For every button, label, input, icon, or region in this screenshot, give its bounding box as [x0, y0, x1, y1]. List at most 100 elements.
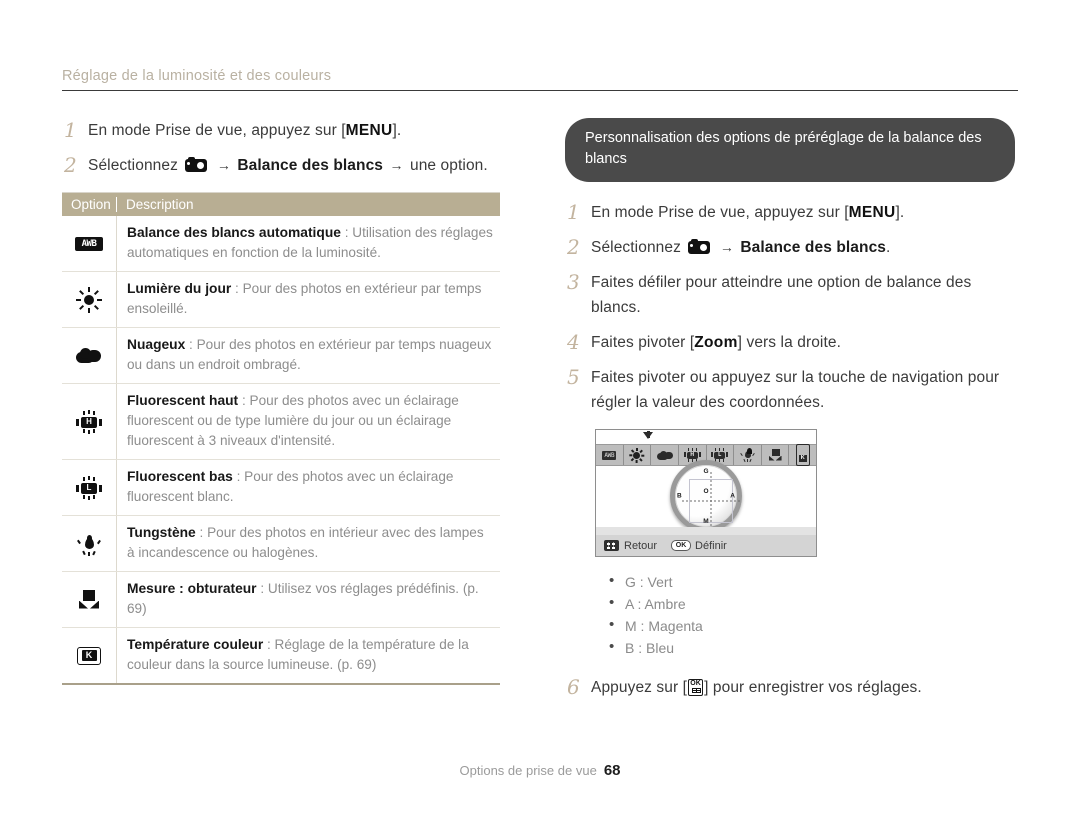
option-term: Température couleur — [127, 637, 264, 652]
right-step-5: 5 Faites pivoter ou appuyez sur la touch… — [565, 365, 1025, 415]
measure-shutter-icon — [76, 589, 102, 611]
option-term: Nuageux — [127, 337, 186, 352]
step-text: Sélectionnez → Balance des blancs. — [591, 235, 890, 260]
section-title: Réglage de la luminosité et des couleurs — [62, 68, 332, 84]
option-term: Balance des blancs automatique — [127, 225, 341, 240]
left-step-2: 2 Sélectionnez → Balance des blancs → un… — [62, 153, 532, 178]
option-description-cell: Température couleur : Réglage de la temp… — [116, 628, 500, 683]
option-icon-cell — [62, 328, 116, 383]
step-text: En mode Prise de vue, appuyez sur [MENU]… — [591, 200, 904, 225]
option-icon-cell — [62, 272, 116, 327]
manual-page: Réglage de la luminosité et des couleurs… — [0, 0, 1080, 815]
step-number: 1 — [567, 200, 580, 224]
toolbar-item-color-temperature[interactable]: K — [789, 444, 816, 466]
page-number: 68 — [603, 762, 621, 779]
color-wheel[interactable]: G M A B O — [670, 460, 742, 532]
option-term: Tungstène — [127, 525, 196, 540]
awb-icon: AWB — [75, 236, 103, 251]
camera-screen-illustration: AWB H L K G M A B O Retour OK Définir — [595, 429, 817, 557]
menu-key-label: MENU — [848, 204, 896, 221]
option-icon-cell: H — [62, 384, 116, 459]
right-column: Personnalisation des options de prérégla… — [565, 118, 1025, 710]
arrow-icon: → — [719, 239, 734, 255]
toolbar-item-cloudy[interactable] — [651, 445, 679, 465]
right-step-2: 2 Sélectionnez → Balance des blancs. — [565, 235, 1025, 260]
cloud-icon — [656, 450, 673, 461]
fluorescent-high-icon-text: H — [86, 417, 92, 426]
toolbar-item-measure-shutter[interactable] — [762, 445, 790, 465]
step-text-pre: En mode Prise de vue, appuyez sur [ — [591, 204, 849, 221]
camera-screen-footer: Retour OK Définir — [596, 527, 816, 556]
step-text: Faites pivoter [Zoom] vers la droite. — [591, 330, 841, 355]
option-term: Mesure : obturateur — [127, 581, 257, 596]
step-text-post: . — [886, 239, 891, 256]
color-temperature-k-icon: K — [77, 646, 101, 665]
fluorescent-low-icon: L — [74, 475, 104, 500]
step-text: Faites pivoter ou appuyez sur la touche … — [591, 369, 1000, 411]
step-number: 2 — [64, 153, 77, 177]
footer-label: Options de prise de vue — [459, 763, 597, 778]
selection-marker-icon — [643, 431, 653, 439]
step-text-post: une option. — [409, 157, 488, 174]
option-icon-cell: K — [62, 628, 116, 683]
option-description-cell: Tungstène : Pour des photos en intérieur… — [116, 516, 500, 571]
wheel-legend-list: G : Vert A : Ambre M : Magenta B : Bleu — [609, 570, 1025, 659]
camera-icon — [185, 157, 208, 172]
table-row: H Fluorescent haut : Pour des photos ave… — [62, 384, 500, 460]
right-step-6: 6 Appuyez sur [OK] pour enregistrer vos … — [565, 675, 1025, 700]
back-button-icon[interactable] — [604, 540, 619, 551]
toolbar-item-daylight[interactable] — [624, 445, 652, 465]
table-row: Lumière du jour : Pour des photos en ext… — [62, 272, 500, 328]
step-number: 3 — [567, 270, 580, 294]
ok-button-icon[interactable]: OK — [671, 540, 692, 551]
back-label: Retour — [624, 539, 658, 552]
arrow-icon: → — [389, 157, 404, 173]
toolbar-item-tungsten[interactable] — [734, 445, 762, 465]
awb-icon: AWB — [602, 450, 617, 460]
k-icon-text: K — [798, 455, 807, 462]
step-number: 1 — [64, 118, 77, 142]
option-icon-cell: L — [62, 460, 116, 515]
wheel-label-amber: A — [730, 492, 735, 500]
step-number: 4 — [567, 330, 580, 354]
toolbar-item-awb[interactable]: AWB — [596, 445, 624, 465]
table-row: K Température couleur : Réglage de la te… — [62, 628, 500, 685]
measure-shutter-icon — [768, 448, 783, 462]
step-text-pre: Sélectionnez — [88, 157, 178, 174]
step-text: Faites défiler pour atteindre une option… — [591, 274, 972, 316]
cloud-icon — [75, 346, 103, 366]
step-text-post: ] pour enregistrer vos réglages. — [704, 679, 922, 696]
set-label: Définir — [695, 539, 727, 552]
step-text: Appuyez sur [OK] pour enregistrer vos ré… — [591, 675, 922, 700]
balance-des-blancs-label: Balance des blancs — [237, 157, 384, 174]
option-description-cell: Fluorescent bas : Pour des photos avec u… — [116, 460, 500, 515]
table-header-row: Option Description — [62, 193, 500, 216]
step-text: En mode Prise de vue, appuyez sur [MENU]… — [88, 118, 401, 143]
camera-icon — [688, 239, 711, 254]
tungsten-icon — [76, 532, 102, 556]
option-icon-cell — [62, 516, 116, 571]
table-row: L Fluorescent bas : Pour des photos avec… — [62, 460, 500, 516]
step-text-post: ]. — [392, 122, 402, 139]
fluorescent-high-icon-text: H — [690, 451, 694, 458]
step-number: 2 — [567, 235, 580, 259]
list-item: M : Magenta — [609, 614, 1025, 637]
step-text-pre: Sélectionnez — [591, 239, 681, 256]
right-step-3: 3 Faites défiler pour atteindre une opti… — [565, 270, 1025, 320]
fluorescent-low-icon-text: L — [718, 451, 722, 458]
page-header: Réglage de la luminosité et des couleurs — [62, 68, 1018, 91]
sun-icon — [76, 286, 102, 313]
step-number: 6 — [567, 675, 580, 699]
callout-title: Personnalisation des options de prérégla… — [565, 118, 1015, 182]
balance-des-blancs-label: Balance des blancs — [740, 239, 887, 256]
zoom-key-label: Zoom — [694, 334, 738, 351]
list-item: G : Vert — [609, 570, 1025, 593]
wheel-label-blue: B — [677, 492, 682, 500]
awb-icon-text: AWB — [81, 238, 97, 249]
footer-strip — [596, 527, 816, 535]
option-description-cell: Nuageux : Pour des photos en extérieur p… — [116, 328, 500, 383]
option-description-cell: Lumière du jour : Pour des photos en ext… — [116, 272, 500, 327]
list-item: B : Bleu — [609, 636, 1025, 659]
list-item: A : Ambre — [609, 592, 1025, 615]
wheel-axis-vertical — [710, 471, 712, 531]
